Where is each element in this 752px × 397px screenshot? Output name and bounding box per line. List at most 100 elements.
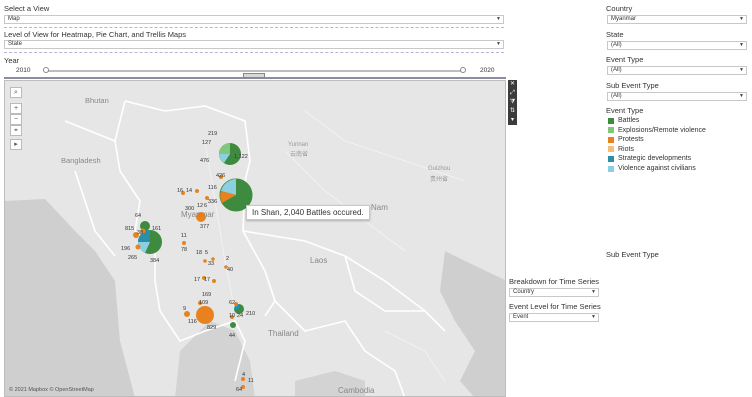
legend-label: Riots bbox=[618, 145, 634, 153]
value-label: 44 bbox=[229, 333, 236, 339]
close-icon[interactable]: ✕ bbox=[508, 80, 517, 89]
legend-swatch bbox=[608, 155, 614, 162]
state-select[interactable]: (All) ▼ bbox=[607, 41, 747, 50]
place-guizhou-cn: 贵州省 bbox=[430, 177, 449, 183]
place-bangladesh: Bangladesh bbox=[61, 156, 101, 165]
value-label: 9 bbox=[183, 306, 187, 312]
event-type-select[interactable]: (All) ▼ bbox=[607, 66, 747, 75]
legend-item[interactable]: Explosions/Remote violence bbox=[608, 126, 706, 135]
more-options-icon[interactable]: ▾ bbox=[508, 116, 517, 125]
value-label: 62 bbox=[229, 300, 236, 306]
legend-label: Explosions/Remote violence bbox=[618, 126, 706, 134]
country-select[interactable]: Myanmar ▼ bbox=[607, 15, 747, 24]
value-label: 64 bbox=[236, 387, 243, 393]
place-bhutan: Bhutan bbox=[85, 96, 109, 105]
value-label: 33 bbox=[208, 261, 215, 267]
pan-arrow-icon[interactable]: ▸ bbox=[10, 139, 22, 150]
value-label: 11 bbox=[181, 233, 187, 239]
zoom-out-button[interactable]: − bbox=[10, 114, 22, 125]
event-level-select-value: Event bbox=[513, 314, 529, 320]
chevron-down-icon: ▼ bbox=[591, 314, 596, 320]
sub-event-type-select[interactable]: (All) ▼ bbox=[607, 92, 747, 101]
level-select[interactable]: State ▼ bbox=[4, 40, 504, 49]
value-label: 6 bbox=[204, 203, 208, 209]
sub-event-type-select-value: (All) bbox=[611, 93, 622, 99]
chevron-down-icon: ▼ bbox=[739, 42, 744, 48]
legend-item[interactable]: Protests bbox=[608, 135, 644, 144]
value-label: 64 bbox=[135, 213, 142, 219]
value-label: 11 bbox=[248, 378, 254, 384]
legend-swatch bbox=[608, 117, 614, 124]
year-slider-track[interactable] bbox=[46, 70, 463, 72]
view-label: Select a View bbox=[4, 4, 50, 13]
lasso-select-icon[interactable]: ⌖ bbox=[10, 125, 22, 136]
map-tooltip: In Shan, 2,040 Battles occured. bbox=[246, 205, 370, 220]
value-label: 2 bbox=[226, 256, 230, 262]
legend-item[interactable]: Strategic developments bbox=[608, 154, 691, 163]
event-type-select-value: (All) bbox=[611, 67, 622, 73]
view-select[interactable]: Map ▼ bbox=[4, 15, 504, 24]
sub-event-type-title: Sub Event Type bbox=[606, 250, 659, 259]
level-label: Level of View for Heatmap, Pie Chart, an… bbox=[4, 30, 187, 39]
year-start: 2010 bbox=[16, 67, 31, 74]
country-select-value: Myanmar bbox=[611, 16, 637, 22]
place-yunnan-cn: 云南省 bbox=[290, 152, 309, 158]
breakdown-select-value: Country bbox=[513, 289, 535, 295]
value-label: 127 bbox=[202, 140, 212, 146]
chevron-down-icon: ▼ bbox=[591, 289, 596, 295]
value-label: 78 bbox=[181, 247, 188, 253]
value-label: 300 bbox=[185, 206, 195, 212]
chevron-down-icon: ▼ bbox=[739, 93, 744, 99]
value-label: 1,122 bbox=[234, 154, 248, 160]
year-slider-start-handle[interactable] bbox=[43, 67, 49, 73]
legend-label: Protests bbox=[618, 136, 644, 144]
resize-handle[interactable] bbox=[243, 73, 265, 78]
value-label: 17 bbox=[194, 277, 201, 283]
value-label: 377 bbox=[200, 224, 210, 230]
value-label: 17 bbox=[204, 277, 211, 283]
zoom-in-button[interactable]: + bbox=[10, 103, 22, 114]
legend-item[interactable]: Battles bbox=[608, 116, 639, 125]
chevron-down-icon: ▼ bbox=[739, 16, 744, 22]
value-label: 5 bbox=[205, 250, 209, 256]
sub-event-type-label: Sub Event Type bbox=[606, 81, 659, 90]
map-canvas bbox=[5, 81, 505, 396]
year-slider-end-handle[interactable] bbox=[460, 67, 466, 73]
filter-icon[interactable]: ⧩ bbox=[508, 98, 517, 107]
legend-item[interactable]: Riots bbox=[608, 145, 634, 154]
value-label: 161 bbox=[152, 226, 162, 232]
level-select-value: State bbox=[8, 41, 23, 47]
place-guizhou: Guizhou bbox=[428, 166, 451, 172]
value-label: 109 bbox=[199, 300, 209, 306]
place-thailand: Thailand bbox=[268, 329, 299, 338]
event-level-label: Event Level for Time Series bbox=[509, 302, 601, 311]
sort-icon[interactable]: ⇅ bbox=[508, 107, 517, 116]
legend-label: Strategic developments bbox=[618, 155, 692, 163]
place-laos: Laos bbox=[310, 256, 328, 265]
chevron-down-icon: ▼ bbox=[496, 16, 501, 22]
value-label: 210 bbox=[246, 311, 256, 317]
legend-item[interactable]: Violence against civilians bbox=[608, 164, 696, 173]
value-label: 14 bbox=[186, 188, 193, 194]
value-label: 196 bbox=[121, 246, 131, 252]
event-map[interactable]: Bhutan Bangladesh Yunnan 云南省 Guizhou 贵州省… bbox=[4, 80, 506, 397]
map-attribution: © 2021 Mapbox © OpenStreetMap bbox=[9, 387, 94, 393]
value-label: 10 bbox=[229, 313, 236, 319]
legend-swatch bbox=[608, 146, 614, 153]
divider bbox=[4, 52, 504, 53]
value-label: 169 bbox=[202, 292, 212, 298]
value-label: 426 bbox=[216, 173, 226, 179]
legend-swatch bbox=[608, 136, 614, 143]
value-label: 4 bbox=[242, 372, 246, 378]
value-label: 336 bbox=[208, 199, 218, 205]
expand-icon[interactable]: ⤢ bbox=[508, 89, 517, 98]
search-icon[interactable]: ⌕ bbox=[10, 87, 22, 98]
event-level-select[interactable]: Event ▼ bbox=[509, 313, 599, 322]
year-label: Year bbox=[4, 56, 20, 65]
legend-swatch bbox=[608, 165, 614, 172]
chevron-down-icon: ▼ bbox=[496, 41, 501, 47]
place-yunnan: Yunnan bbox=[288, 142, 309, 148]
breakdown-select[interactable]: Country ▼ bbox=[509, 288, 599, 297]
state-select-value: (All) bbox=[611, 42, 622, 48]
place-vietnam: Nam bbox=[371, 203, 388, 212]
